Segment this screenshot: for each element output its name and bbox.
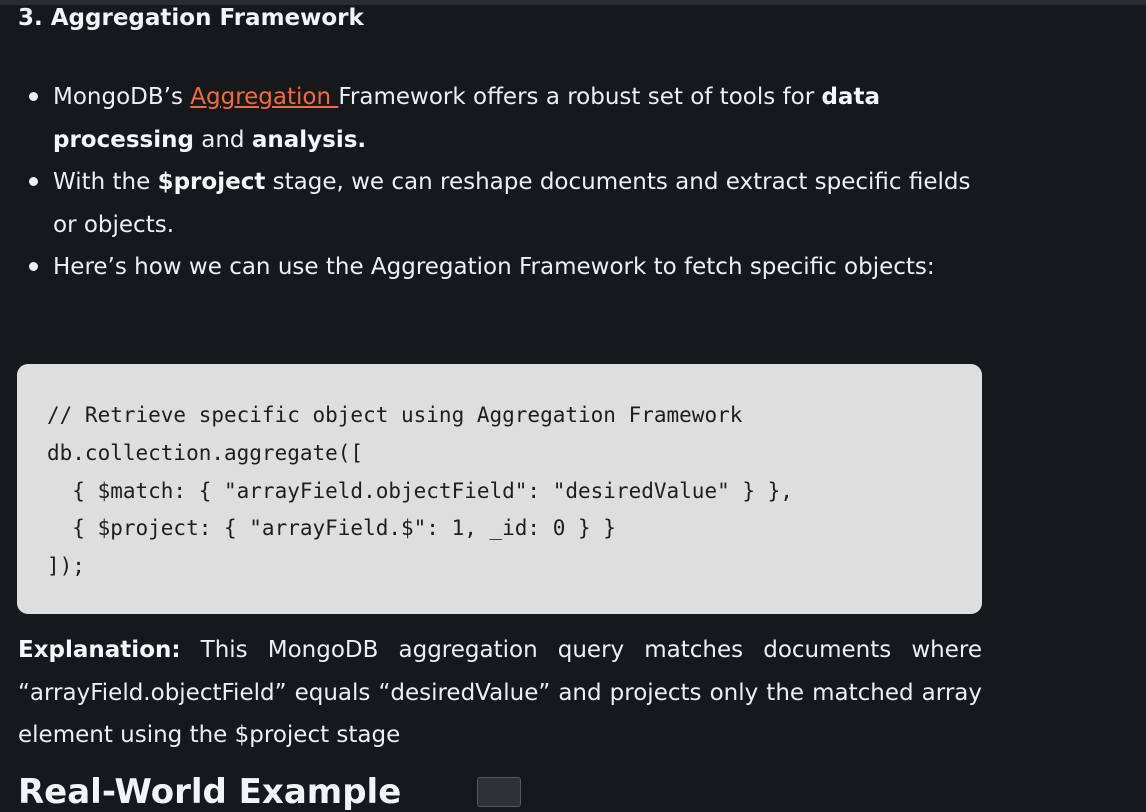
next-section-heading: Real-World Example [18,772,402,812]
copy-button[interactable] [477,777,521,807]
bullet-list: MongoDB’s Aggregation Framework offers a… [18,76,982,289]
list-item: MongoDB’s Aggregation Framework offers a… [18,76,982,161]
bullet-text: Here’s how we can use the Aggregation Fr… [53,254,935,280]
bullet-text: MongoDB’s [53,84,191,110]
aggregation-link[interactable]: Aggregation [190,84,338,110]
bold-text: analysis. [251,126,367,153]
bold-text: $project [157,169,266,195]
code-text[interactable]: // Retrieve specific object using Aggreg… [47,397,793,586]
section-heading: 3. Aggregation Framework [18,5,364,31]
bullet-text: and [193,126,252,153]
list-item: With the $project stage, we can reshape … [18,161,982,246]
bullet-text: With the [53,169,158,195]
bullet-text: Framework offers a robust set of tools f… [338,84,822,110]
list-item: Here’s how we can use the Aggregation Fr… [18,246,982,289]
explanation-label: Explanation: [18,637,181,663]
code-block[interactable]: // Retrieve specific object using Aggreg… [17,364,982,614]
explanation-paragraph: Explanation: This MongoDB aggregation qu… [18,629,982,757]
